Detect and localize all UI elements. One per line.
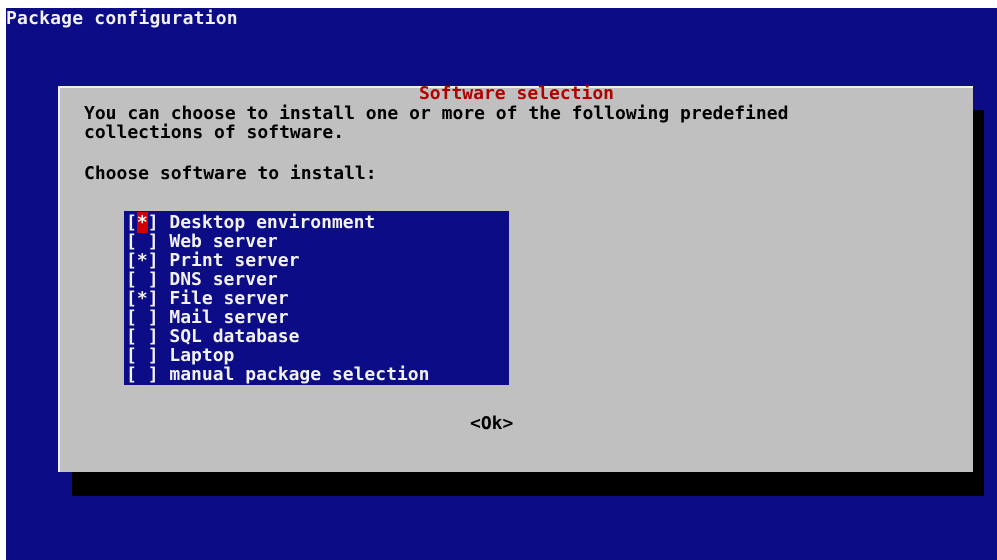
app-title: Package configuration [6, 8, 238, 29]
checked-mark: * [136, 250, 148, 271]
checklist-item[interactable]: [ ] Web server [124, 232, 509, 251]
checked-mark: * [136, 212, 148, 233]
software-checklist: [*] Desktop environment[ ] Web server [*]… [124, 211, 509, 385]
choose-software-prompt: Choose software to install: [84, 163, 377, 184]
checkbox[interactable]: [*] [126, 289, 159, 308]
checklist-item-label: SQL database [158, 326, 300, 347]
checklist-item-label: Desktop environment [158, 212, 376, 233]
checklist-item[interactable]: [*] Desktop environment [124, 212, 509, 233]
checklist-item[interactable]: [*] File server [124, 289, 509, 308]
checklist-item-label: Print server [158, 250, 300, 271]
unchecked-mark [137, 326, 148, 347]
checklist-item-label: manual package selection [158, 364, 430, 385]
checklist-item-label: DNS server [158, 269, 278, 290]
unchecked-mark [137, 307, 148, 328]
ok-button[interactable]: <Ok> [470, 414, 513, 434]
checklist-item-label: File server [158, 288, 289, 309]
checklist-item[interactable]: [ ] Mail server [124, 308, 509, 327]
checklist-item-label: Mail server [158, 307, 289, 328]
checkbox[interactable]: [ ] [126, 270, 159, 289]
checklist-item-label: Web server [158, 231, 278, 252]
checkbox[interactable]: [ ] [126, 232, 159, 251]
unchecked-mark [137, 231, 148, 252]
checklist-item[interactable]: [ ] manual package selection [124, 365, 509, 384]
software-selection-dialog: Software selection You can choose to ins… [58, 83, 973, 472]
dialog-description-line-1: You can choose to install one or more of… [84, 103, 789, 124]
checklist-item[interactable]: [ ] SQL database [124, 327, 509, 346]
unchecked-mark [137, 364, 148, 385]
checklist-item[interactable]: [*] Print server [124, 251, 509, 270]
checklist-item-label: Laptop [158, 345, 235, 366]
checked-mark: * [136, 288, 148, 309]
checkbox[interactable]: [ ] [126, 365, 159, 384]
checkbox[interactable]: [*] [126, 212, 159, 233]
checkbox[interactable]: [*] [126, 251, 159, 270]
checkbox[interactable]: [ ] [126, 327, 159, 346]
unchecked-mark [137, 269, 148, 290]
checkbox[interactable]: [ ] [126, 346, 159, 365]
checkbox[interactable]: [ ] [126, 308, 159, 327]
checklist-item[interactable]: [ ] DNS server [124, 270, 509, 289]
installer-screen: Package configuration Software selection… [6, 8, 997, 560]
dialog-title: Software selection [418, 83, 615, 104]
checklist-item[interactable]: [ ] Laptop [124, 346, 509, 365]
unchecked-mark [137, 345, 148, 366]
dialog-description-line-2: collections of software. [84, 122, 345, 143]
